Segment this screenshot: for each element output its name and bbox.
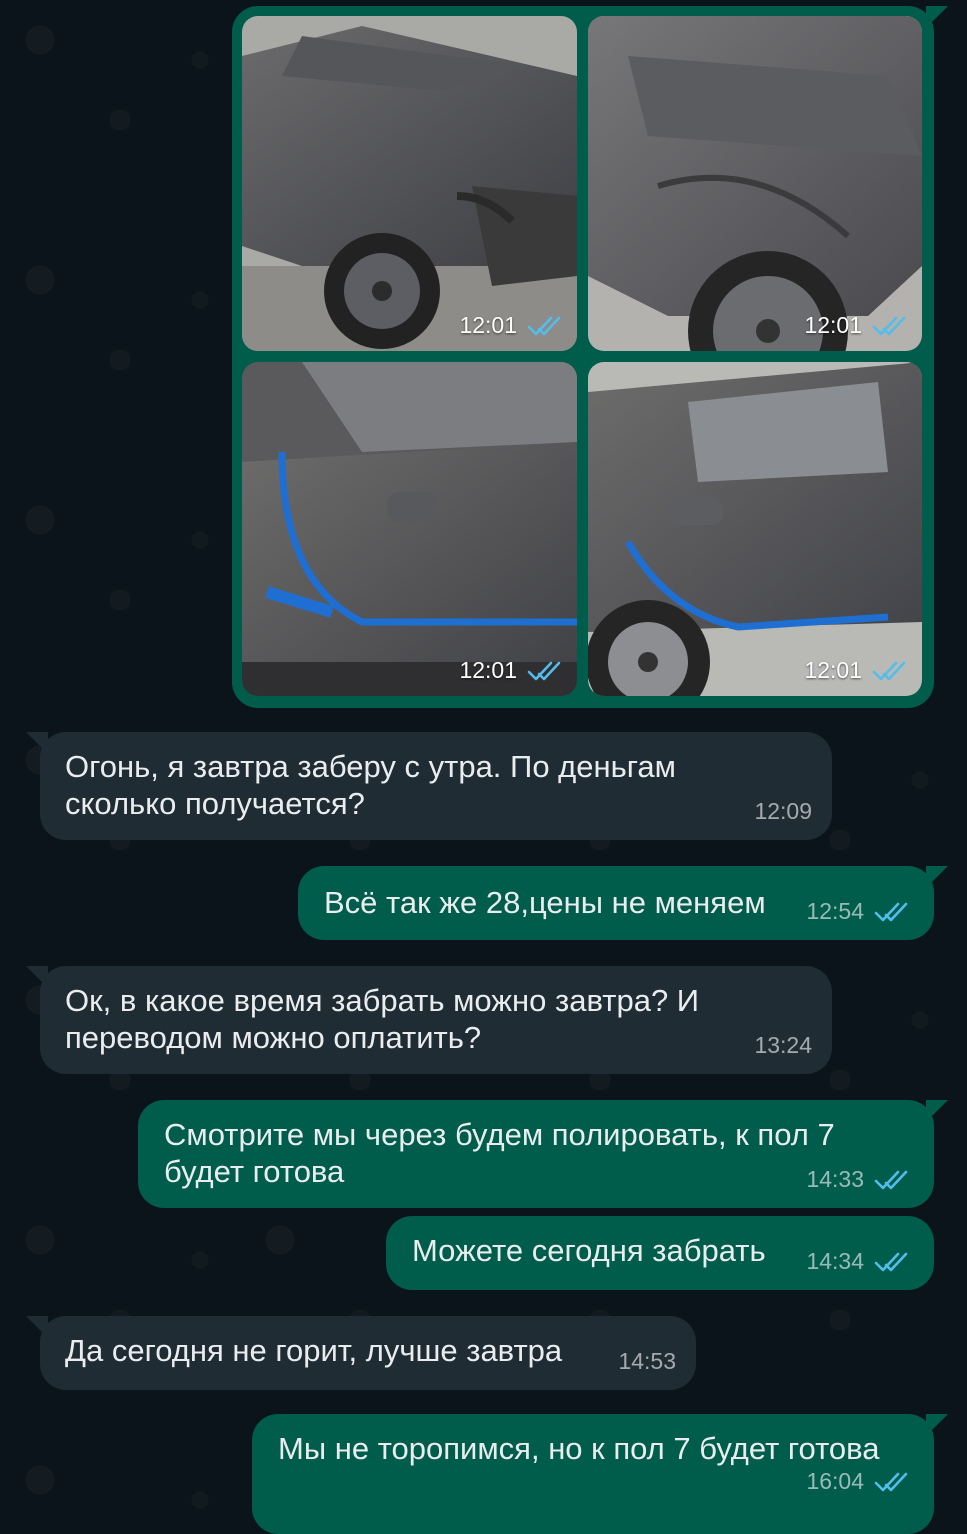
car-front-wheel-image xyxy=(588,16,922,351)
message-bubble-incoming[interactable]: Ок, в какое время забрать можно завтра? … xyxy=(26,966,832,1074)
message-bubble-outgoing[interactable]: Всё так же 28,цены не меняем 12:54 xyxy=(298,866,948,940)
message-text: Всё так же 28,цены не меняем xyxy=(324,885,766,920)
message-time: 14:53 xyxy=(618,1348,676,1374)
message-meta: 12:09 xyxy=(754,793,812,830)
car-photo-4[interactable]: 12:01 xyxy=(588,362,922,696)
read-ticks-icon xyxy=(872,315,908,337)
photo-4-time: 12:01 xyxy=(804,657,862,683)
photo-2-time: 12:01 xyxy=(804,312,862,338)
read-ticks-icon xyxy=(874,1251,910,1273)
message-text: Да сегодня не горит, лучше завтра xyxy=(65,1333,563,1368)
read-ticks-icon xyxy=(874,901,910,923)
photo-4-meta: 12:01 xyxy=(804,657,908,684)
message-time: 14:33 xyxy=(806,1166,864,1192)
photo-2-meta: 12:01 xyxy=(804,312,908,339)
car-photo-3[interactable]: 12:01 xyxy=(242,362,577,696)
message-text: Ок, в какое время забрать можно завтра? … xyxy=(65,983,700,1055)
message-meta: 14:53 xyxy=(618,1343,676,1380)
message-bubble-outgoing[interactable]: Можете сегодня забрать 14:34 xyxy=(386,1216,934,1290)
chat-message-list[interactable]: 12:01 12:01 12:01 12:01 Огонь, я завтра … xyxy=(0,0,967,1534)
photo-1-meta: 12:01 xyxy=(459,312,563,339)
message-meta: 12:54 xyxy=(806,893,910,930)
message-text: Мы не торопимся, но к пол 7 будет готова xyxy=(278,1431,880,1466)
read-ticks-icon xyxy=(527,660,563,682)
message-bubble-outgoing[interactable]: Смотрите мы через будем полировать, к по… xyxy=(138,1100,948,1208)
car-rear-side-image xyxy=(588,362,922,696)
message-time: 14:34 xyxy=(806,1248,864,1274)
read-ticks-icon xyxy=(527,315,563,337)
message-text: Огонь, я завтра заберу с утра. По деньга… xyxy=(65,749,676,821)
message-time: 12:54 xyxy=(806,898,864,924)
read-ticks-icon xyxy=(874,1471,910,1493)
message-meta: 16:04 xyxy=(806,1463,910,1500)
photo-3-meta: 12:01 xyxy=(459,657,563,684)
photo-album-message[interactable]: 12:01 12:01 12:01 12:01 xyxy=(232,6,948,708)
message-time: 13:24 xyxy=(754,1032,812,1058)
photo-3-time: 12:01 xyxy=(459,657,517,683)
message-bubble-outgoing[interactable]: Мы не торопимся, но к пол 7 будет готова… xyxy=(252,1414,948,1534)
message-time: 12:09 xyxy=(754,798,812,824)
read-ticks-icon xyxy=(874,1169,910,1191)
message-meta: 13:24 xyxy=(754,1027,812,1064)
message-text: Можете сегодня забрать xyxy=(412,1233,766,1268)
message-meta: 14:33 xyxy=(806,1161,910,1198)
car-photo-1[interactable]: 12:01 xyxy=(242,16,577,351)
photo-1-time: 12:01 xyxy=(459,312,517,338)
message-bubble-incoming[interactable]: Огонь, я завтра заберу с утра. По деньга… xyxy=(26,732,832,840)
message-bubble-incoming[interactable]: Да сегодня не горит, лучше завтра 14:53 xyxy=(26,1316,696,1390)
car-rear-door-image xyxy=(242,362,577,696)
car-photo-2[interactable]: 12:01 xyxy=(588,16,922,351)
read-ticks-icon xyxy=(872,660,908,682)
message-meta: 14:34 xyxy=(806,1243,910,1280)
car-front-fender-image xyxy=(242,16,577,351)
message-time: 16:04 xyxy=(806,1468,864,1494)
message-text: Смотрите мы через будем полировать, к по… xyxy=(164,1117,835,1189)
